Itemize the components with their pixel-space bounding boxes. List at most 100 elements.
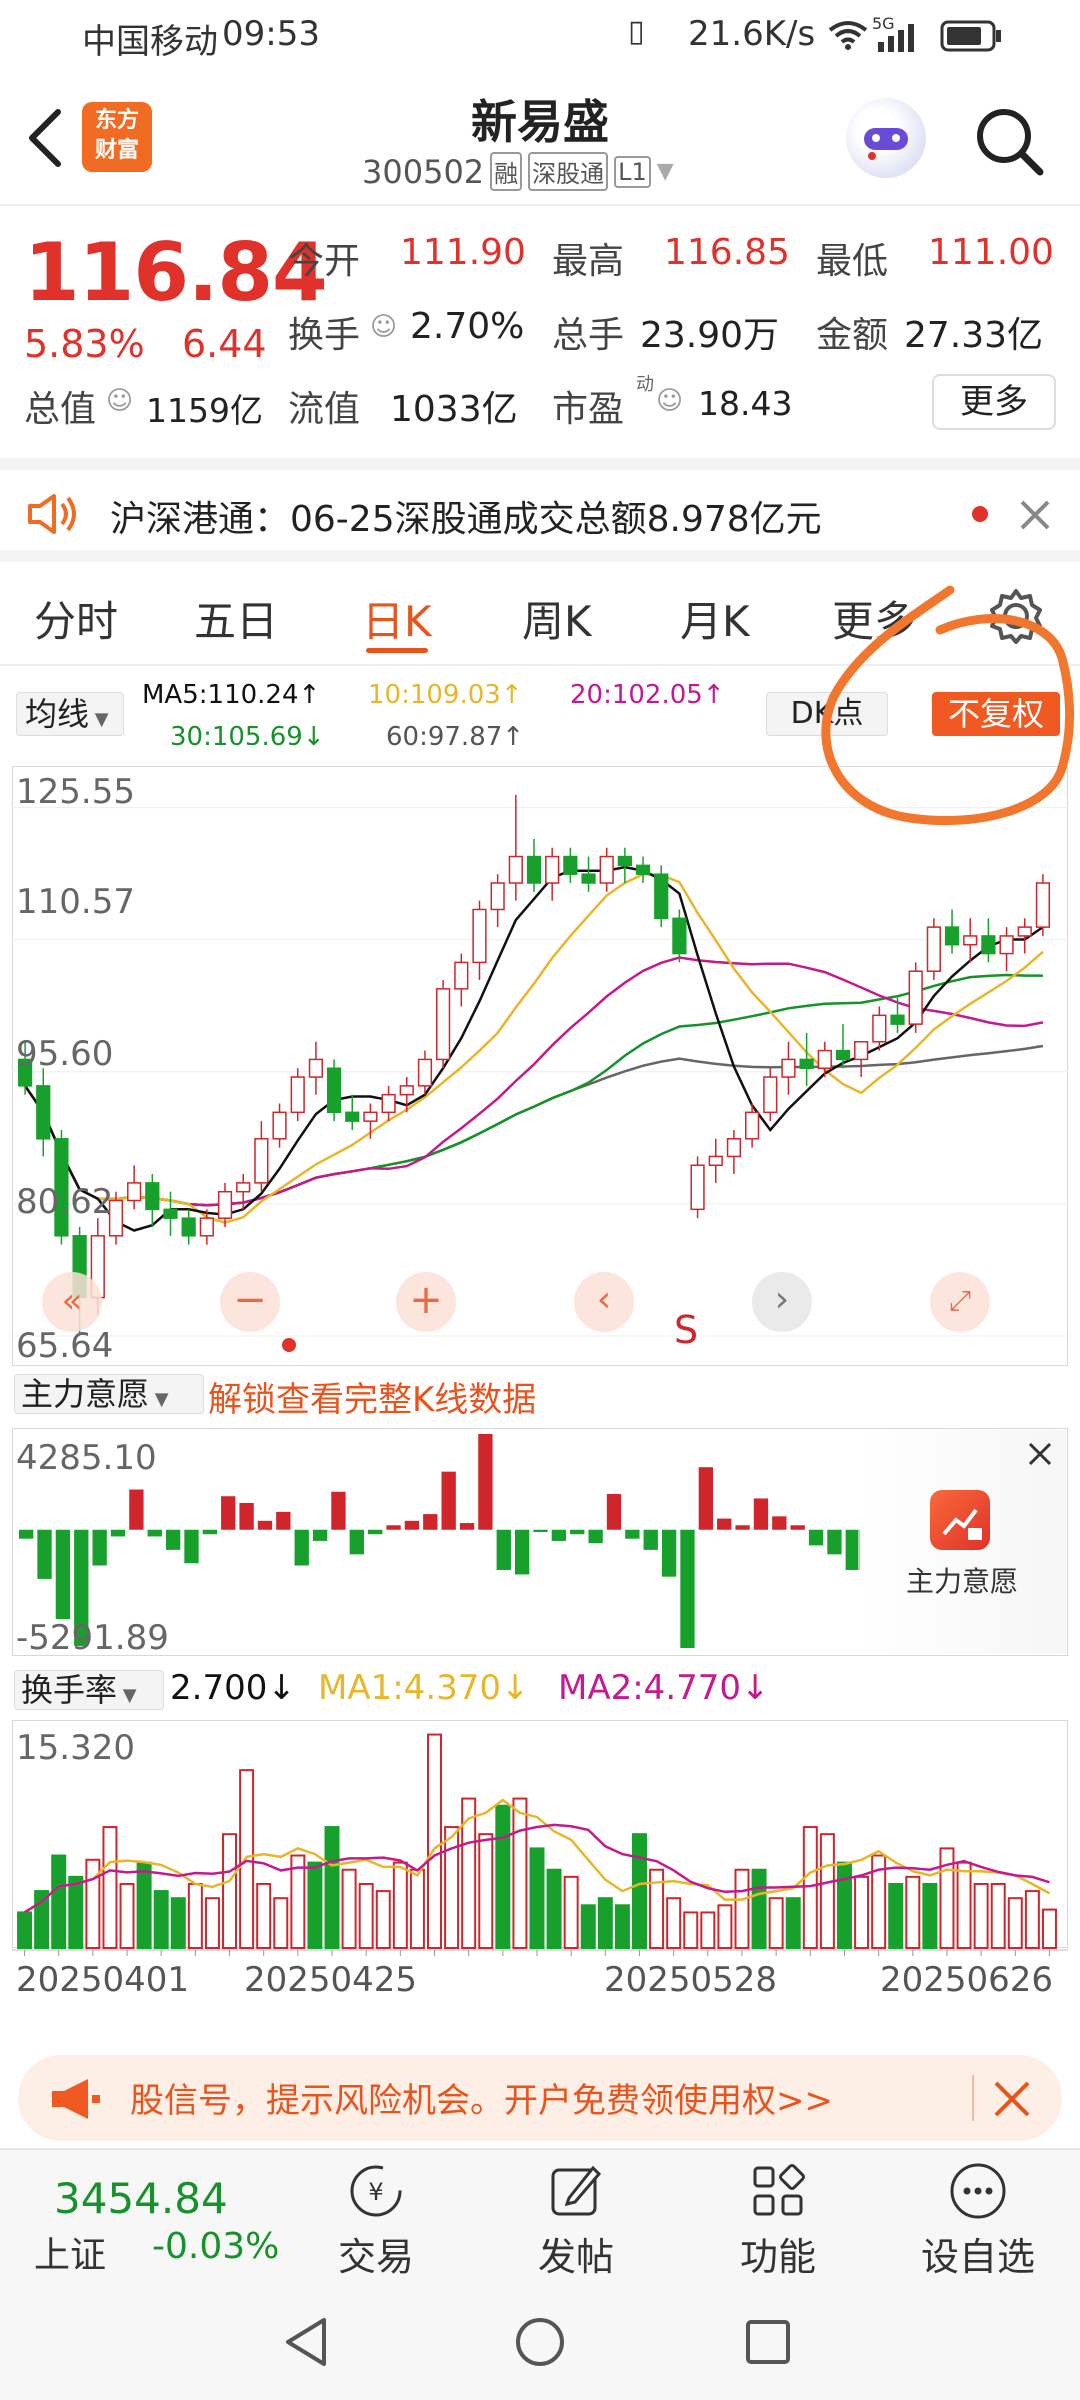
turnover-bar	[512, 1797, 528, 1950]
carrier: 中国移动	[82, 22, 218, 62]
candle	[690, 1156, 705, 1219]
kline-chart[interactable]	[12, 766, 1068, 1366]
mcap-info-icon[interactable]: ☺	[106, 386, 133, 416]
nav-back-icon[interactable]	[282, 2316, 330, 2368]
zoom-out-button[interactable]: −	[220, 1272, 280, 1332]
tab-more[interactable]: 更多	[832, 588, 916, 649]
flow-bar	[165, 1529, 181, 1550]
add-watchlist-button[interactable]: 设自选	[908, 2160, 1048, 2281]
promo-close-icon[interactable]	[992, 2079, 1032, 2119]
dk-point-button[interactable]: DK点	[766, 692, 888, 736]
turnover-select-label: 换手率	[21, 1671, 118, 1709]
indicator-select[interactable]: 均线 ▼	[16, 692, 124, 736]
ma20-legend: 20:102.05↑	[570, 680, 725, 710]
date-label-3: 20250528	[604, 1960, 778, 2000]
stock-code-row[interactable]: 300502 融 深股通 L1 ▼	[362, 152, 674, 191]
fullscreen-icon[interactable]: ⤢	[930, 1272, 990, 1332]
candle	[472, 900, 487, 981]
mcap-value: 1159亿	[146, 391, 263, 430]
ma10-legend: 10:109.03↑	[368, 680, 523, 710]
candle	[454, 953, 469, 1007]
tab-intraday[interactable]: 分时	[34, 588, 118, 649]
grid-icon	[753, 2164, 805, 2216]
candle	[181, 1209, 196, 1245]
turnover-bar	[341, 1868, 357, 1950]
turnover-bar	[854, 1875, 870, 1950]
zoom-in-button[interactable]: +	[396, 1272, 456, 1332]
gear-icon[interactable]	[988, 588, 1044, 644]
turnover-bar	[375, 1890, 391, 1949]
candle	[599, 847, 614, 892]
high-value: 116.85	[664, 232, 790, 273]
candle	[290, 1068, 305, 1122]
turnover-select[interactable]: 换手率 ▼	[14, 1670, 164, 1710]
nav-recents-icon[interactable]	[744, 2318, 792, 2366]
nav-home-icon[interactable]	[514, 2316, 566, 2368]
turnover-bar	[68, 1875, 84, 1950]
candle	[490, 874, 505, 928]
bottom-toolbar: 3454.84 上证 -0.03% ¥ 交易 发帖 功能 设自选	[0, 2148, 1080, 2281]
tab-monthly-k[interactable]: 月K	[680, 588, 750, 649]
flow-bar	[790, 1525, 805, 1530]
turnover-bar	[614, 1904, 630, 1949]
candle	[254, 1121, 269, 1192]
flow-side-label: 主力意愿	[905, 1565, 1018, 1598]
turnover-bar	[444, 1826, 460, 1949]
turnover-bar	[973, 1882, 989, 1950]
unlock-link[interactable]: 解锁查看完整K线数据	[208, 1372, 536, 1421]
flow-bar	[625, 1529, 640, 1539]
adjust-button[interactable]: 不复权	[932, 692, 1060, 736]
turnover-bar	[427, 1733, 442, 1949]
turnover-bar	[461, 1797, 477, 1950]
tab-daily-k[interactable]: 日K	[362, 588, 432, 649]
svg-text:¥: ¥	[368, 2178, 383, 2206]
pe-info-icon[interactable]: ☺	[656, 386, 683, 416]
turnover-bar	[170, 1897, 186, 1949]
turnover-bar	[392, 1861, 408, 1950]
turnover-bar	[256, 1882, 272, 1950]
flow-bar	[184, 1529, 199, 1564]
turnover-current: 2.700↓	[170, 1668, 296, 1708]
more-button[interactable]: 更多	[932, 374, 1056, 430]
flow-bar	[441, 1471, 456, 1530]
info-icon[interactable]: ☺	[370, 312, 397, 342]
index-value[interactable]: 3454.84	[54, 2174, 228, 2223]
scroll-left-button[interactable]: ‹	[574, 1272, 634, 1332]
level-tag: L1	[614, 155, 651, 188]
functions-button[interactable]: 功能	[708, 2160, 848, 2281]
rewind-button[interactable]: «	[42, 1272, 102, 1332]
index-change: -0.03%	[152, 2226, 280, 2267]
tab-five-day[interactable]: 五日	[194, 588, 278, 649]
date-label-2: 20250425	[244, 1960, 418, 2000]
trade-button[interactable]: ¥ 交易	[306, 2160, 446, 2281]
candle	[981, 918, 996, 963]
turnover-bar	[785, 1897, 801, 1949]
turnover-bar	[478, 1833, 494, 1949]
index-name: 上证	[34, 2235, 107, 2276]
scroll-right-button[interactable]: ›	[752, 1272, 812, 1332]
turnover-bar	[204, 1897, 220, 1949]
connect-notice[interactable]: 沪深港通：06-25深股通成交总额8.978亿元	[0, 458, 1080, 562]
sell-marker: S	[674, 1308, 699, 1352]
turnover-bar	[717, 1904, 733, 1949]
candle	[944, 909, 960, 954]
flow-bar	[423, 1514, 438, 1530]
promo-banner[interactable]: 股信号，提示风险机会。开户免费领使用权>>	[18, 2055, 1062, 2141]
pe-superscript: 动	[636, 374, 654, 395]
flow-close-icon[interactable]	[1026, 1440, 1054, 1468]
unread-dot	[972, 506, 988, 522]
active-tab-indicator	[366, 648, 428, 653]
flow-select[interactable]: 主力意愿 ▼	[14, 1374, 204, 1414]
tab-weekly-k[interactable]: 周K	[522, 588, 592, 649]
quote-panel: 116.84 5.83% 6.44 今开 111.90 最高 116.85 最低…	[0, 208, 1080, 456]
ma10-line	[24, 872, 1044, 1224]
post-button[interactable]: 发帖	[506, 2160, 646, 2281]
flow-lock-icon	[930, 1490, 990, 1550]
ma20-line	[24, 956, 1044, 1207]
candle	[799, 1032, 814, 1086]
wifi-icon	[828, 21, 868, 50]
robot-avatar-icon[interactable]	[846, 98, 926, 178]
turnover-bar	[768, 1897, 784, 1949]
close-icon[interactable]	[1018, 498, 1052, 532]
search-icon[interactable]	[974, 106, 1046, 178]
